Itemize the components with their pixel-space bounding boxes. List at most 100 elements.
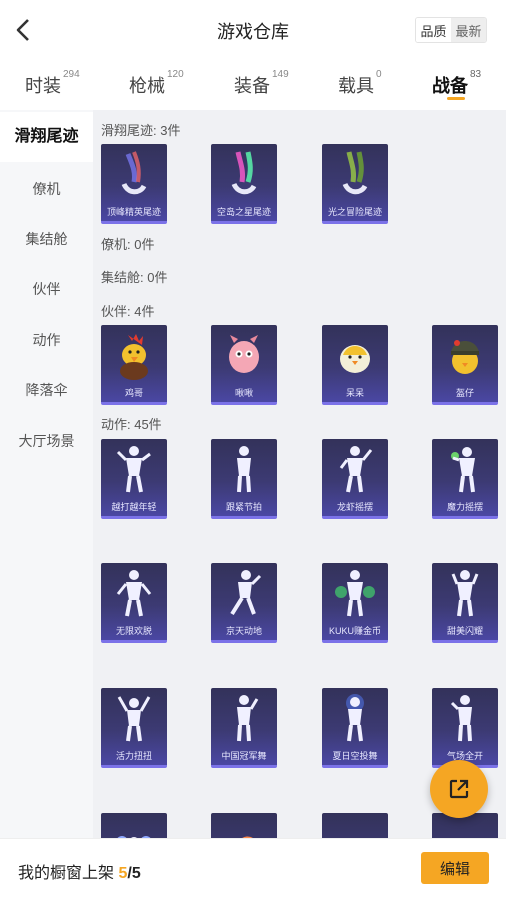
item-label: 空岛之星尾迹: [216, 207, 271, 217]
tab-count: 0: [376, 69, 382, 80]
item-label: 中国冠军舞: [221, 751, 267, 761]
tab-count: 120: [167, 69, 184, 80]
dancer-art: [101, 563, 167, 623]
showcase-total-count: 5: [131, 865, 141, 882]
tab-vehicles[interactable]: 载具0: [338, 69, 382, 98]
share-button[interactable]: [430, 760, 488, 818]
active-tab-indicator: [447, 97, 465, 100]
section-title-glide-trail: 滑翔尾迹: 3件: [101, 123, 181, 138]
item-card[interactable]: 呆呆: [322, 325, 388, 405]
helmet-chick-art: [432, 325, 498, 385]
showcase-label: 我的橱窗上架: [18, 865, 115, 882]
header: 游戏仓库 品质 最新: [0, 0, 506, 60]
dancer-art: [432, 563, 498, 623]
sidebar-item-glide-trail[interactable]: 滑翔尾迹: [0, 112, 93, 162]
item-card[interactable]: 顶峰精英尾迹: [101, 144, 167, 224]
item-label: 甜美闪耀: [446, 626, 483, 636]
item-card[interactable]: [101, 813, 167, 838]
dancer-art: [101, 813, 167, 838]
dancer-art: [211, 563, 277, 623]
item-card[interactable]: 越打越年轻: [101, 439, 167, 519]
tab-label: 载具: [338, 76, 374, 96]
item-card[interactable]: 魔力摇摆: [432, 439, 498, 519]
item-card[interactable]: 啾啾: [211, 325, 277, 405]
item-card[interactable]: 光之冒险尾迹: [322, 144, 388, 224]
dancer-art: [432, 688, 498, 748]
showcase-status: 我的橱窗上架 5/5: [18, 859, 141, 883]
item-label: KUKU赚金币: [328, 626, 381, 636]
item-card[interactable]: 无限欢脱: [101, 563, 167, 643]
item-card[interactable]: 跟紧节拍: [211, 439, 277, 519]
item-card[interactable]: [322, 813, 388, 838]
item-grid: 滑翔尾迹: 3件 顶峰精英尾迹 空岛之星尾迹 光之冒险尾迹 僚机: 0件 集结舱…: [93, 110, 506, 838]
item-card[interactable]: 甜美闪耀: [432, 563, 498, 643]
bottom-bar: 我的橱窗上架 5/5 编辑: [0, 838, 506, 897]
item-card[interactable]: 中国冠军舞: [211, 688, 277, 768]
item-card[interactable]: 鸡哥: [101, 325, 167, 405]
trail-art: [101, 144, 167, 204]
item-card[interactable]: 夏日空投舞: [322, 688, 388, 768]
white-chick-art: [322, 325, 388, 385]
tab-label: 战备: [432, 76, 468, 96]
category-tabs: 时装294 枪械120 装备149 载具0 战备83: [0, 62, 506, 110]
tab-weapons[interactable]: 枪械120: [129, 69, 184, 98]
trail-art: [211, 144, 277, 204]
tab-fashion[interactable]: 时装294: [25, 69, 80, 98]
sort-quality-button[interactable]: 品质: [416, 18, 451, 42]
dancer-art: [322, 563, 388, 623]
sidebar-item-wingman[interactable]: 僚机: [0, 179, 93, 199]
dancer-art: [101, 439, 167, 499]
item-label: 越打越年轻: [111, 502, 157, 512]
sort-latest-button[interactable]: 最新: [451, 18, 486, 42]
item-label: 呆呆: [345, 388, 364, 398]
trail-art: [322, 144, 388, 204]
dancer-art: [101, 688, 167, 748]
sort-toggle[interactable]: 品质 最新: [415, 17, 487, 43]
tab-label: 枪械: [129, 76, 165, 96]
tab-count: 149: [272, 69, 289, 80]
section-title-partner: 伙伴: 4件: [101, 304, 155, 319]
item-label: 魔力摇摆: [446, 502, 483, 512]
item-label: 跟紧节拍: [225, 502, 262, 512]
tab-equipment[interactable]: 装备149: [234, 69, 289, 98]
sidebar-item-gathering-pod[interactable]: 集结舱: [0, 229, 93, 249]
tab-label: 时装: [25, 76, 61, 96]
item-label: 光之冒险尾迹: [327, 207, 382, 217]
tab-label: 装备: [234, 76, 270, 96]
pink-creature-art: [211, 325, 277, 385]
item-label: 京天动地: [225, 626, 262, 636]
item-label: 活力扭扭: [115, 751, 152, 761]
item-card[interactable]: 龙虾摇摆: [322, 439, 388, 519]
sidebar: 滑翔尾迹 僚机 集结舱 伙伴 动作 降落伞 大厅场景: [0, 110, 93, 838]
dancer-art: [432, 439, 498, 499]
item-card[interactable]: [211, 813, 277, 838]
item-label: 啾啾: [234, 388, 253, 398]
section-title-emote: 动作: 45件: [101, 417, 162, 432]
item-card[interactable]: 空岛之星尾迹: [211, 144, 277, 224]
item-label: 盔仔: [455, 388, 474, 398]
dancer-art: [211, 813, 277, 838]
sidebar-item-partner[interactable]: 伙伴: [0, 279, 93, 299]
sidebar-item-parachute[interactable]: 降落伞: [0, 380, 93, 400]
section-title-wingman: 僚机: 0件: [101, 237, 155, 252]
sidebar-item-lobby-scene[interactable]: 大厅场景: [0, 431, 93, 451]
item-card[interactable]: KUKU赚金币: [322, 563, 388, 643]
tab-battle-prep[interactable]: 战备83: [432, 69, 482, 98]
item-label: 龙虾摇摆: [336, 502, 373, 512]
item-card[interactable]: 京天动地: [211, 563, 277, 643]
dancer-art: [322, 439, 388, 499]
item-card[interactable]: 盔仔: [432, 325, 498, 405]
share-icon: [449, 779, 469, 799]
chicken-art: [101, 325, 167, 385]
tab-count: 83: [470, 69, 482, 80]
sidebar-item-emote[interactable]: 动作: [0, 330, 93, 350]
item-card[interactable]: 气场全开: [432, 688, 498, 768]
edit-button[interactable]: 编辑: [421, 852, 489, 884]
item-label: 夏日空投舞: [332, 751, 378, 761]
item-label: 鸡哥: [124, 388, 143, 398]
item-label: 顶峰精英尾迹: [106, 207, 161, 217]
dancer-art: [211, 688, 277, 748]
dancer-art: [322, 688, 388, 748]
item-card[interactable]: 活力扭扭: [101, 688, 167, 768]
section-title-gathering-pod: 集结舱: 0件: [101, 270, 168, 285]
